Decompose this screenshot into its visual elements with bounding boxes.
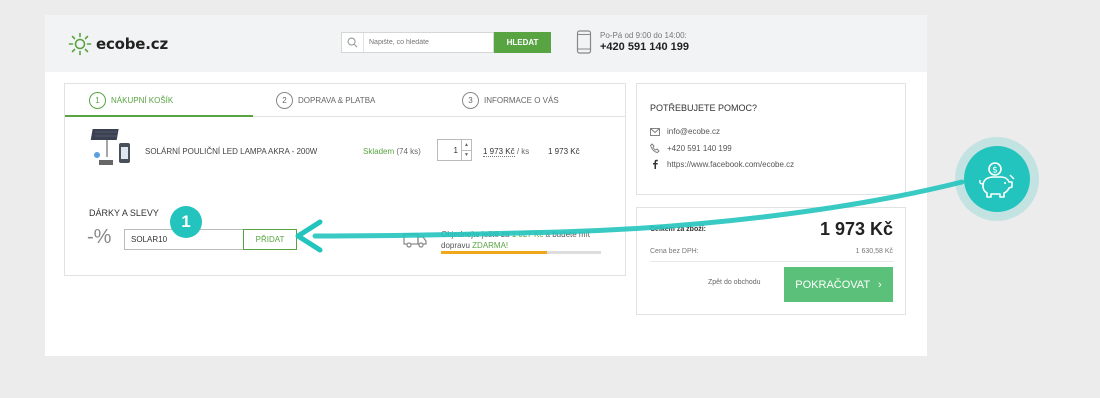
truck-icon — [403, 233, 427, 248]
no-vat-value: 1 630,58 Kč — [855, 248, 893, 255]
unit-price: 1 973 Kč / ks — [483, 147, 530, 157]
percent-icon: -% — [87, 226, 112, 248]
no-vat-label: Cena bez DPH: — [650, 248, 699, 255]
step-cart[interactable]: 1 NÁKUPNÍ KOŠÍK — [89, 92, 173, 109]
shipping-free: ZDARMA! — [472, 241, 509, 250]
header: ecobe.cz HLEDAT Po-Pá od 9:00 do 14:00: … — [45, 15, 927, 72]
step-number: 1 — [89, 92, 106, 109]
stock-label: Skladem — [363, 147, 395, 156]
unit-per: / ks — [516, 147, 530, 156]
help-email-text[interactable]: info@ecobe.cz — [667, 127, 720, 136]
quantity-value[interactable]: 1 — [438, 140, 461, 160]
piggy-bank-badge: $ — [955, 137, 1039, 221]
step-badge: 1 — [170, 206, 202, 238]
chevron-down-icon[interactable]: ▼ — [462, 151, 471, 161]
continue-button[interactable]: POKRAČOVAT › — [784, 267, 893, 302]
help-panel: POTŘEBUJETE POMOC? info@ecobe.cz +420 59… — [636, 83, 906, 195]
stock-status: Skladem (74 ks) — [363, 147, 421, 156]
step-label: DOPRAVA & PLATBA — [298, 96, 376, 105]
contact-info: Po-Pá od 9:00 do 14:00: +420 591 140 199 — [576, 30, 689, 54]
shipping-amount: 1 027 Kč — [511, 230, 544, 239]
step-label: INFORMACE O VÁS — [484, 96, 559, 105]
piggy-bank-icon: $ — [964, 146, 1030, 212]
help-facebook-text[interactable]: https://www.facebook.com/ecobe.cz — [667, 160, 794, 169]
search-box — [341, 32, 494, 53]
cart-item: SOLÁRNÍ POULIČNÍ LED LAMPA AKRA - 200W S… — [65, 117, 625, 172]
step-info[interactable]: 3 INFORMACE O VÁS — [462, 92, 559, 109]
summary-panel: Celkem za zboží: 1 973 Kč Cena bez DPH: … — [636, 207, 906, 315]
summary-label: Celkem za zboží: — [650, 226, 707, 233]
shipping-text-after: a budete mít — [545, 230, 591, 239]
facebook-icon — [653, 159, 658, 169]
shipping-progress-fill — [441, 251, 547, 254]
svg-text:$: $ — [992, 166, 998, 176]
continue-label: POKRAČOVAT — [795, 278, 871, 291]
sun-logo-icon — [68, 32, 92, 56]
step-label: NÁKUPNÍ KOŠÍK — [111, 96, 174, 105]
help-facebook[interactable]: https://www.facebook.com/ecobe.cz — [650, 159, 794, 169]
contact-hours: Po-Pá od 9:00 do 14:00: — [600, 31, 687, 40]
stock-count: (74 ks) — [396, 147, 421, 156]
item-total: 1 973 Kč — [548, 147, 580, 156]
checkout-steps: 1 NÁKUPNÍ KOŠÍK 2 DOPRAVA & PLATBA 3 INF… — [65, 84, 625, 117]
unit-price-value: 1 973 Kč — [483, 147, 515, 157]
help-title: POTŘEBUJETE POMOC? — [650, 103, 758, 113]
page: ecobe.cz HLEDAT Po-Pá od 9:00 do 14:00: … — [45, 15, 927, 356]
chevron-right-icon: › — [878, 278, 882, 291]
step-shipping[interactable]: 2 DOPRAVA & PLATBA — [276, 92, 375, 109]
summary-total: 1 973 Kč — [819, 219, 893, 239]
quantity-arrows: ▲ ▼ — [461, 140, 471, 160]
shipping-progress-bar — [441, 251, 601, 254]
back-to-shop-link[interactable]: Zpět do obchodu — [708, 279, 761, 286]
search-button[interactable]: HLEDAT — [494, 32, 551, 53]
logo-text: ecobe.cz — [96, 35, 169, 53]
shipping-text-line2: dopravu — [441, 241, 470, 250]
product-image[interactable] — [89, 127, 135, 169]
summary-divider — [650, 261, 894, 262]
phone-icon — [576, 30, 592, 54]
help-phone-text[interactable]: +420 591 140 199 — [667, 144, 732, 153]
chevron-up-icon[interactable]: ▲ — [462, 140, 471, 151]
step-number: 2 — [276, 92, 293, 109]
search-bar: HLEDAT — [341, 32, 551, 53]
step-number: 3 — [462, 92, 479, 109]
shipping-text-before: Objednejte ještě za — [441, 230, 510, 239]
cart-panel: 1 NÁKUPNÍ KOŠÍK 2 DOPRAVA & PLATBA 3 INF… — [64, 83, 626, 276]
gifts-title: DÁRKY A SLEVY — [89, 208, 159, 218]
logo[interactable]: ecobe.cz — [68, 32, 168, 56]
add-coupon-button[interactable]: PŘIDAT — [243, 229, 297, 250]
help-email[interactable]: info@ecobe.cz — [650, 127, 720, 136]
phone-handset-icon — [650, 143, 660, 153]
search-input[interactable] — [364, 39, 464, 46]
quantity-stepper[interactable]: 1 ▲ ▼ — [437, 139, 472, 161]
contact-phone[interactable]: +420 591 140 199 — [600, 41, 689, 53]
product-name[interactable]: SOLÁRNÍ POULIČNÍ LED LAMPA AKRA - 200W — [145, 147, 317, 156]
search-icon — [342, 33, 364, 52]
free-shipping-note: Objednejte ještě za 1 027 Kč a budete mí… — [441, 229, 606, 251]
help-phone[interactable]: +420 591 140 199 — [650, 143, 732, 153]
mail-icon — [650, 127, 660, 136]
